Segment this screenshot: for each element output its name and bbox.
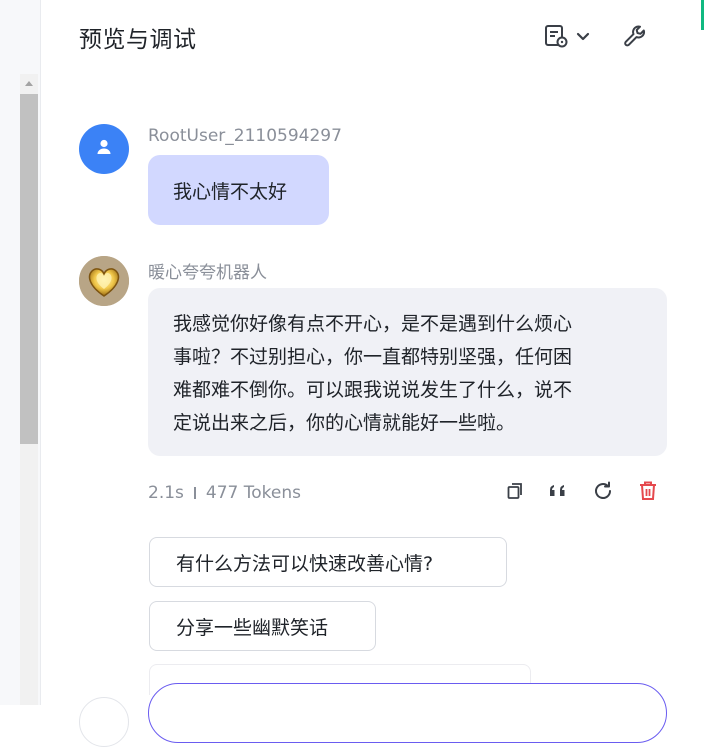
delete-icon bbox=[638, 480, 658, 506]
suggestion-chip[interactable]: 有什么方法可以快速改善心情? bbox=[149, 537, 507, 587]
scroll-up-arrow-icon[interactable] bbox=[20, 74, 38, 92]
bot-message-line: 难都难不倒你。可以跟我说说发生了什么，说不 bbox=[173, 379, 573, 401]
golden-heart-icon bbox=[79, 256, 129, 306]
wrench-icon bbox=[622, 23, 648, 53]
bot-name: 暖心夸夸机器人 bbox=[148, 263, 267, 283]
user-icon bbox=[94, 137, 114, 161]
response-duration: 2.1s bbox=[148, 483, 184, 503]
quote-icon bbox=[548, 481, 570, 505]
tools-button[interactable] bbox=[622, 23, 648, 53]
message-input[interactable] bbox=[148, 683, 667, 743]
document-settings-icon bbox=[543, 23, 569, 53]
copy-button[interactable] bbox=[503, 481, 527, 505]
bot-message-bubble: 我感觉你好像有点不开心，是不是遇到什么烦心 事啦？不过别担心，你一直都特别坚强，… bbox=[148, 288, 667, 456]
response-meta: 2.1s 477 Tokens bbox=[148, 483, 301, 503]
delete-button[interactable] bbox=[636, 481, 660, 505]
bot-message-line: 定说出来之后，你的心情就能好一些啦。 bbox=[173, 412, 516, 434]
bot-message-line: 事啦？不过别担心，你一直都特别坚强，任何困 bbox=[173, 346, 573, 368]
bot-message-line: 我感觉你好像有点不开心，是不是遇到什么烦心 bbox=[173, 313, 573, 335]
user-message-bubble: 我心情不太好 bbox=[148, 155, 329, 225]
token-count: 477 Tokens bbox=[205, 483, 301, 503]
quote-button[interactable] bbox=[547, 481, 571, 505]
regenerate-icon bbox=[592, 480, 614, 506]
scrollbar-thumb[interactable] bbox=[20, 94, 38, 444]
page-title: 预览与调试 bbox=[79, 27, 197, 53]
scrollbar[interactable] bbox=[20, 74, 38, 705]
meta-divider bbox=[193, 487, 196, 499]
chevron-down-icon bbox=[575, 28, 591, 48]
copy-icon bbox=[505, 481, 525, 505]
user-name: RootUser_2110594297 bbox=[148, 126, 342, 146]
history-dropdown-button[interactable] bbox=[543, 23, 591, 53]
user-avatar bbox=[79, 124, 129, 174]
bot-avatar bbox=[79, 256, 129, 306]
suggestion-chip[interactable]: 分享一些幽默笑话 bbox=[149, 601, 376, 651]
regenerate-button[interactable] bbox=[591, 481, 615, 505]
